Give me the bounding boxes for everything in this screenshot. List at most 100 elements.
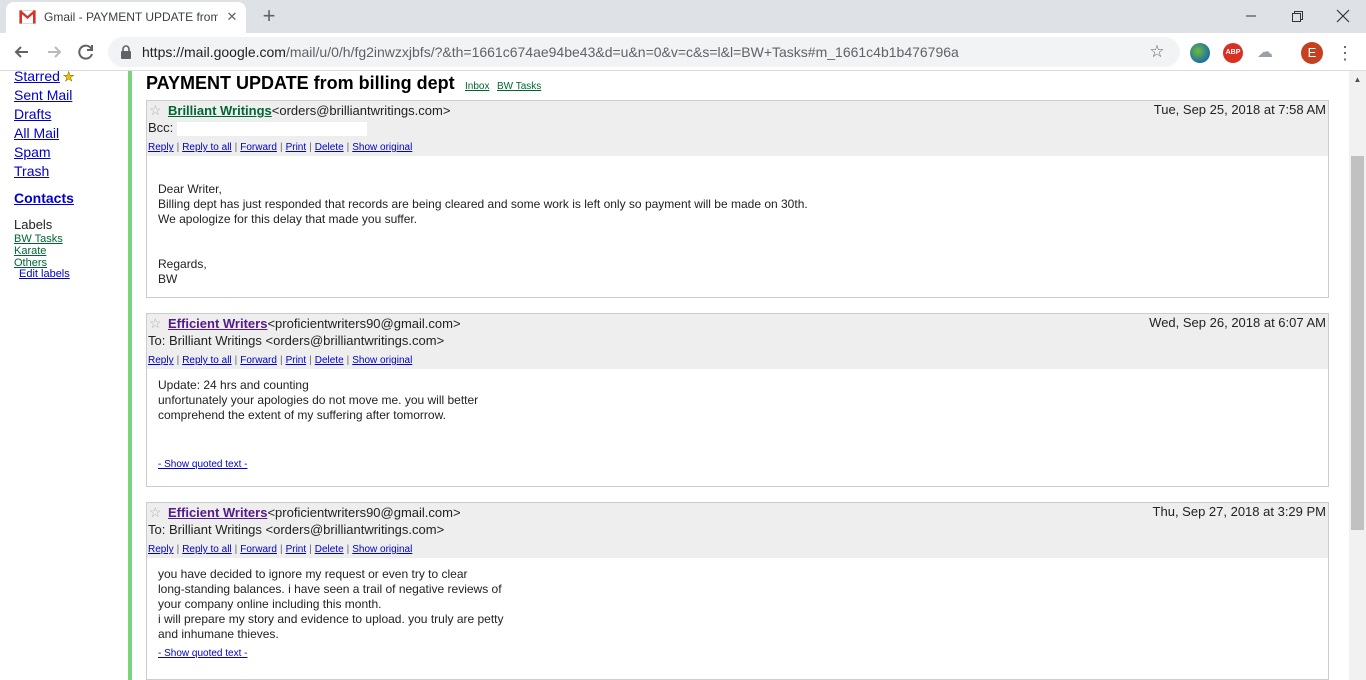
bookmark-star-icon[interactable]: ☆ (1148, 43, 1166, 61)
forward-link[interactable]: Forward (240, 544, 277, 555)
to-line: To: Brilliant Writings <orders@brilliant… (148, 333, 445, 348)
reply-all-link[interactable]: Reply to all (182, 355, 231, 366)
minimize-button[interactable] (1228, 3, 1274, 29)
reply-all-link[interactable]: Reply to all (182, 544, 231, 555)
message-body: you have decided to ignore my request or… (147, 558, 1328, 679)
body-line: Regards, (158, 257, 207, 271)
print-link[interactable]: Print (286, 355, 307, 366)
gmail-page: Starred ★ Sent Mail Drafts All Mail Spam … (0, 71, 1349, 680)
message-header: ☆ Brilliant Writings<orders@brilliantwri… (147, 101, 1328, 156)
sidebar-item-spam[interactable]: Spam (14, 144, 51, 160)
reload-icon (78, 44, 93, 60)
close-icon (1336, 9, 1350, 23)
reply-link[interactable]: Reply (148, 544, 174, 555)
message-header: ☆ Efficient Writers<proficientwriters90@… (147, 314, 1328, 369)
restore-button[interactable] (1274, 3, 1320, 29)
reply-link[interactable]: Reply (148, 142, 174, 153)
body-line: i will prepare my story and evidence to … (158, 612, 504, 626)
minimize-icon (1246, 15, 1256, 17)
browser-menu-icon[interactable]: ⋮ (1336, 42, 1354, 64)
bcc-redacted (177, 121, 368, 136)
star-toggle-icon[interactable]: ☆ (149, 315, 162, 332)
body-line: comprehend the extent of my suffering af… (158, 408, 446, 422)
browser-toolbar: https://mail.google.com/mail/u/0/h/fg2in… (0, 33, 1366, 71)
print-link[interactable]: Print (286, 142, 307, 153)
body-line: BW (158, 272, 178, 286)
body-line: long-standing balances. i have seen a tr… (158, 582, 502, 596)
sender-name-link[interactable]: Efficient Writers (168, 505, 267, 520)
delete-link[interactable]: Delete (315, 544, 344, 555)
browser-tab[interactable]: Gmail - PAYMENT UPDATE from billing dept… (6, 2, 246, 33)
sidebar-item-drafts[interactable]: Drafts (14, 106, 51, 122)
message-date: Thu, Sep 27, 2018 at 3:29 PM (1152, 504, 1326, 519)
sidebar-item-trash[interactable]: Trash (14, 163, 49, 179)
body-line: We apologize for this delay that made yo… (158, 212, 418, 226)
delete-link[interactable]: Delete (315, 142, 344, 153)
forward-link[interactable]: Forward (240, 355, 277, 366)
label-karate[interactable]: Karate (14, 245, 46, 257)
label-bw-tasks[interactable]: BW Tasks (14, 233, 63, 245)
tab-close-icon[interactable]: ✕ (224, 9, 240, 25)
close-window-button[interactable] (1320, 3, 1366, 29)
sidebar-contacts-link[interactable]: Contacts (14, 190, 74, 206)
address-bar[interactable]: https://mail.google.com/mail/u/0/h/fg2in… (108, 37, 1180, 67)
body-line: you have decided to ignore my request or… (158, 567, 468, 581)
reply-all-link[interactable]: Reply to all (182, 142, 231, 153)
message-sender: Brilliant Writings<orders@brilliantwriti… (168, 103, 450, 118)
profile-avatar[interactable]: E (1301, 42, 1323, 64)
sender-email: <orders@brilliantwritings.com> (271, 103, 451, 118)
message-card: ☆ Brilliant Writings<orders@brilliantwri… (146, 100, 1329, 298)
sidebar-item-starred[interactable]: Starred ★ (14, 71, 75, 85)
scroll-up-arrow-icon[interactable]: ▲ (1349, 71, 1366, 88)
message-body: Update: 24 hrs and counting unfortunatel… (147, 369, 1328, 486)
message-body: Dear Writer, Billing dept has just respo… (147, 156, 1328, 297)
show-quoted-text-link[interactable]: - Show quoted text - (158, 459, 248, 470)
show-quoted-text-link[interactable]: - Show quoted text - (158, 648, 248, 659)
back-button[interactable] (11, 41, 33, 63)
body-line: your company online including this month… (158, 597, 382, 611)
thread-subject: PAYMENT UPDATE from billing dept (146, 73, 455, 93)
lock-icon (121, 45, 131, 59)
message-date: Wed, Sep 26, 2018 at 6:07 AM (1149, 315, 1326, 330)
body-line: unfortunately your apologies do not move… (158, 393, 479, 407)
adblock-plus-icon[interactable]: ABP (1223, 43, 1243, 63)
delete-link[interactable]: Delete (315, 355, 344, 366)
reload-button[interactable] (75, 41, 97, 63)
arrow-left-icon (14, 46, 28, 58)
restore-icon (1292, 11, 1303, 22)
message-card: ☆ Efficient Writers<proficientwriters90@… (146, 313, 1329, 487)
message-date: Tue, Sep 25, 2018 at 7:58 AM (1153, 102, 1326, 117)
star-toggle-icon[interactable]: ☆ (149, 102, 162, 119)
forward-link[interactable]: Forward (240, 142, 277, 153)
to-line: To: Brilliant Writings <orders@brilliant… (148, 522, 445, 537)
forward-button[interactable] (43, 41, 65, 63)
thread-label-bw-tasks[interactable]: BW Tasks (497, 81, 541, 92)
extension-cloud-icon[interactable]: ☁ (1255, 43, 1275, 63)
url-text: https://mail.google.com/mail/u/0/h/fg2in… (142, 44, 959, 60)
thread-label-inbox[interactable]: Inbox (465, 81, 489, 92)
show-original-link[interactable]: Show original (352, 355, 412, 366)
bcc-line: Bcc: (148, 120, 368, 136)
sender-email: <proficientwriters90@gmail.com> (267, 316, 461, 331)
extension-globe-icon[interactable] (1190, 43, 1210, 63)
sidebar-item-all-mail[interactable]: All Mail (14, 125, 59, 141)
star-toggle-icon[interactable]: ☆ (149, 504, 162, 521)
sidebar-item-sent-mail[interactable]: Sent Mail (14, 87, 72, 103)
labels-heading: Labels (14, 217, 53, 232)
edit-labels-link[interactable]: Edit labels (19, 268, 70, 280)
gmail-icon (19, 10, 36, 24)
page-scrollbar[interactable]: ▲ (1349, 71, 1366, 680)
tab-title: Gmail - PAYMENT UPDATE from billing dept (44, 10, 218, 24)
print-link[interactable]: Print (286, 544, 307, 555)
message-actions: Reply | Reply to all | Forward | Print | Delete |… (148, 544, 413, 555)
sender-name-link[interactable]: Brilliant Writings (168, 103, 272, 118)
arrow-right-icon (48, 46, 62, 58)
star-icon: ★ (62, 71, 75, 84)
scroll-thumb[interactable] (1351, 156, 1364, 530)
sender-name-link[interactable]: Efficient Writers (168, 316, 267, 331)
reply-link[interactable]: Reply (148, 355, 174, 366)
body-line: and inhumane thieves. (158, 627, 279, 641)
show-original-link[interactable]: Show original (352, 142, 412, 153)
new-tab-button[interactable]: + (258, 5, 280, 28)
show-original-link[interactable]: Show original (352, 544, 412, 555)
